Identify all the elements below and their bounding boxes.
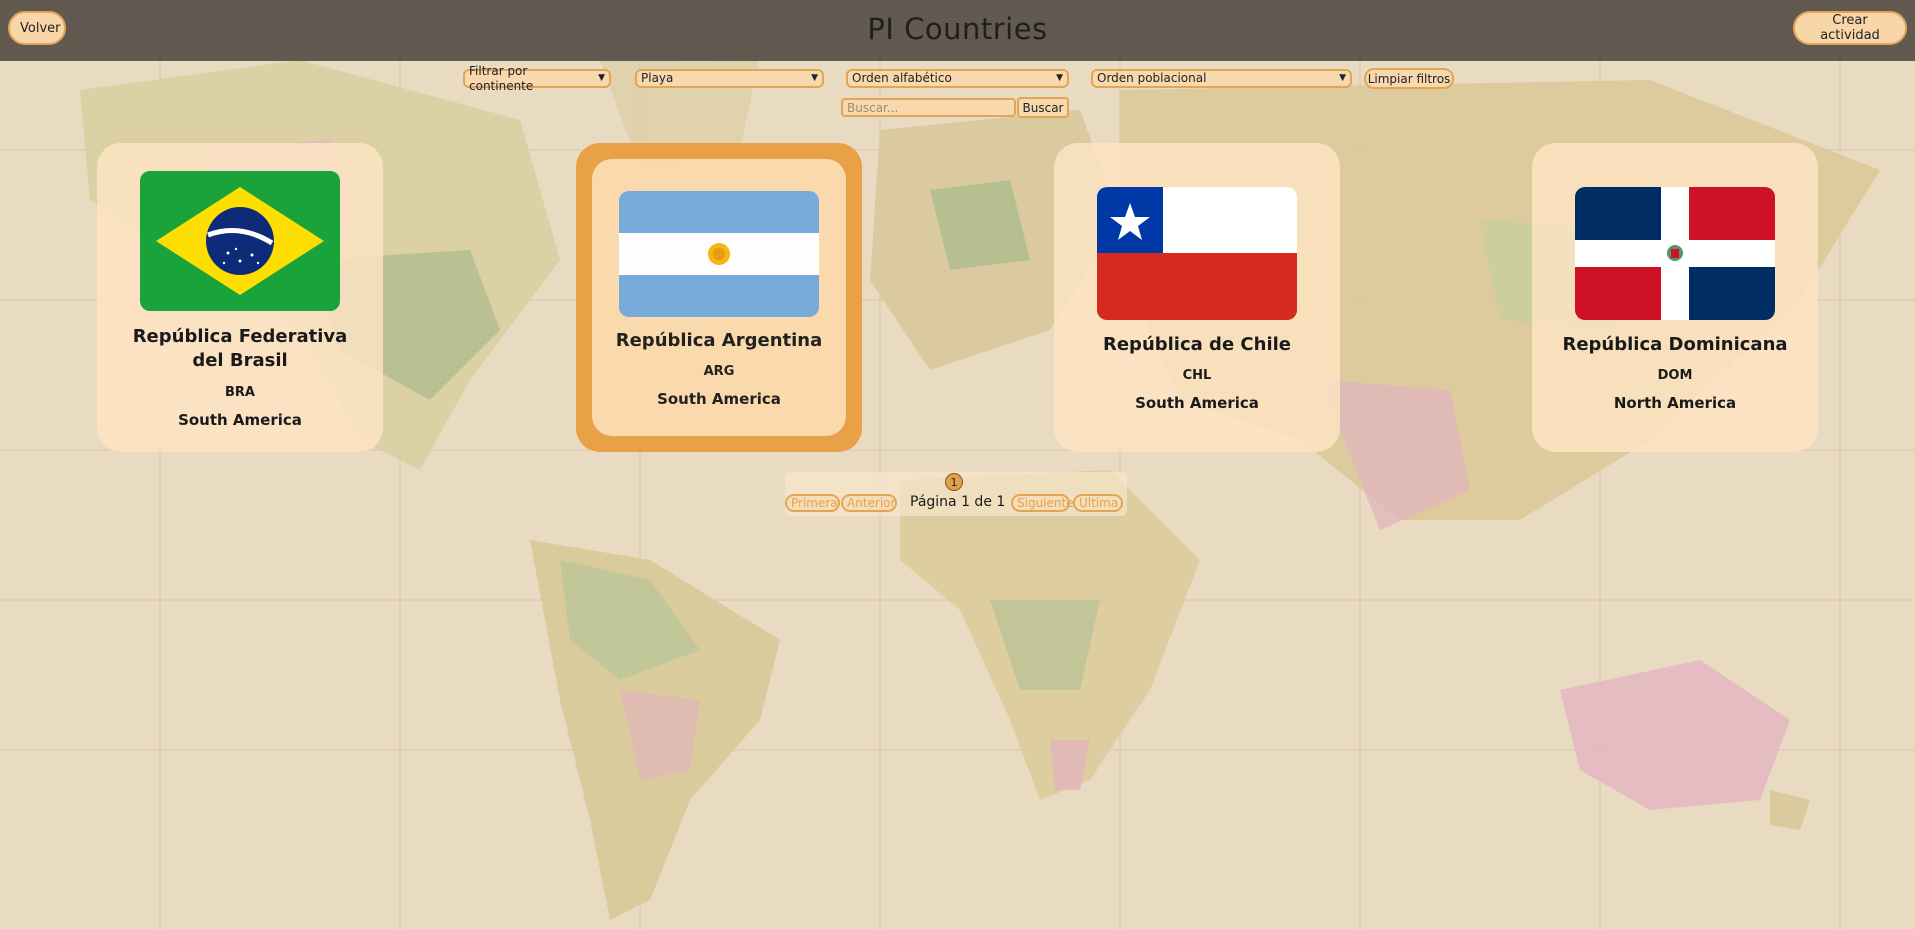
next-page-button[interactable]: Siguiente — [1011, 494, 1074, 512]
country-card-chile[interactable]: República de Chile CHL South America — [1054, 143, 1340, 452]
search-input[interactable] — [841, 98, 1016, 117]
first-page-button[interactable]: Primera — [785, 494, 840, 512]
filter-bar: Filtrar por continente ▼ Playa ▼ Orden a… — [0, 0, 1915, 130]
chevron-down-icon: ▼ — [598, 73, 605, 83]
search-button[interactable]: Buscar — [1017, 97, 1069, 118]
brazil-flag-icon — [140, 171, 340, 311]
country-continent: South America — [178, 411, 302, 429]
previous-page-button[interactable]: Anterior — [841, 494, 897, 512]
country-continent: South America — [1135, 394, 1259, 412]
country-code: DOM — [1657, 368, 1693, 383]
alphabetical-order-value: Orden alfabético — [852, 71, 952, 85]
continent-filter-select[interactable]: Filtrar por continente ▼ — [463, 64, 611, 93]
page-number-button[interactable]: 1 — [945, 473, 963, 491]
country-name: República Federativa del Brasil — [132, 326, 348, 371]
argentina-flag-icon — [619, 191, 819, 317]
country-card-brazil[interactable]: República Federativa del Brasil BRA Sout… — [97, 143, 383, 452]
clear-filters-button[interactable]: Limpiar filtros — [1364, 68, 1454, 89]
activity-filter-select[interactable]: Playa ▼ — [635, 69, 824, 88]
country-card-argentina[interactable]: República Argentina ARG South America — [576, 143, 862, 452]
last-page-button[interactable]: Ultima — [1073, 494, 1123, 512]
population-order-select[interactable]: Orden poblacional ▼ — [1091, 69, 1352, 88]
dominican-republic-flag-icon — [1575, 187, 1775, 320]
pagination: 1 Primera Anterior Página 1 de 1 Siguien… — [785, 472, 1127, 516]
country-name: República Dominicana — [1562, 334, 1788, 355]
chevron-down-icon: ▼ — [1339, 73, 1346, 83]
chile-flag-icon — [1097, 187, 1297, 320]
country-name: República de Chile — [1102, 334, 1291, 355]
country-code: BRA — [225, 385, 255, 400]
alphabetical-order-select[interactable]: Orden alfabético ▼ — [846, 69, 1069, 88]
world-map-background — [0, 0, 1915, 929]
chevron-down-icon: ▼ — [811, 73, 818, 83]
chevron-down-icon: ▼ — [1056, 73, 1063, 83]
activity-filter-value: Playa — [641, 71, 674, 85]
continent-filter-value: Filtrar por continente — [469, 63, 534, 93]
country-card-dominican-republic[interactable]: República Dominicana DOM North America — [1532, 143, 1818, 452]
page-status: Página 1 de 1 — [910, 494, 1006, 510]
country-code: CHL — [1182, 368, 1212, 383]
country-continent: South America — [657, 390, 781, 408]
country-code: ARG — [703, 364, 735, 379]
population-order-value: Orden poblacional — [1097, 71, 1207, 85]
country-continent: North America — [1613, 394, 1737, 412]
country-name: República Argentina — [615, 330, 823, 351]
